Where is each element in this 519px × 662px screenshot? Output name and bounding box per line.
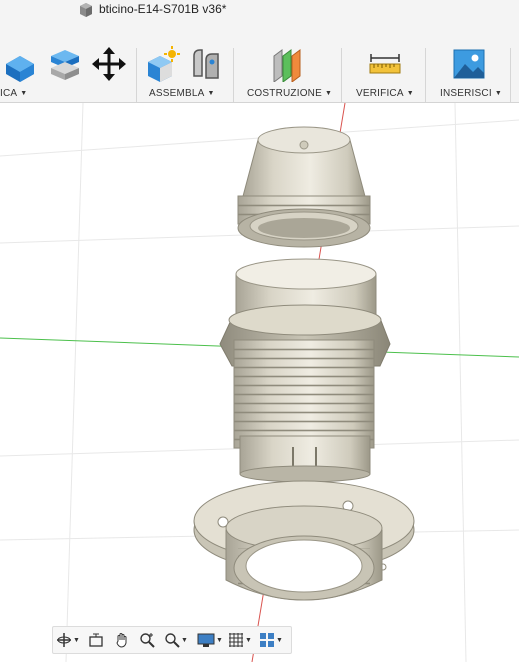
joint-button[interactable] — [188, 46, 224, 82]
zoom-window-button[interactable]: ▼ — [164, 630, 188, 650]
dropdown-caret-icon: ▼ — [181, 636, 188, 644]
canvas-viewport[interactable] — [0, 103, 519, 662]
joint-icon — [193, 49, 219, 79]
pan-icon — [116, 633, 127, 648]
new-component-button[interactable] — [144, 46, 180, 82]
zoom-icon — [140, 633, 155, 648]
ribbon-toolbar: ICA ▼ ASSEMBLA ▼ COSTRUZIONE ▼ VERIFICA … — [0, 22, 519, 103]
document-title: bticino-E14-S701B v36* — [99, 2, 227, 16]
measure-icon — [369, 54, 401, 74]
group-separator — [233, 48, 234, 102]
3d-scene[interactable] — [0, 103, 519, 662]
offset-face-button[interactable] — [47, 46, 83, 82]
dropdown-caret-icon: ▼ — [73, 636, 80, 644]
group-label-inspect[interactable]: VERIFICA ▼ — [356, 88, 414, 99]
group-separator — [510, 48, 511, 102]
caret-down-icon: ▼ — [324, 90, 333, 97]
top-cap[interactable] — [237, 126, 371, 248]
group-separator — [425, 48, 426, 102]
group-label-insert[interactable]: INSERISCI ▼ — [440, 88, 502, 99]
viewports-button[interactable]: ▼ — [259, 630, 283, 650]
navigation-bar: ▼ ▼ ▼ ▼ ▼ — [52, 626, 292, 654]
offset-plane-icon — [273, 49, 301, 82]
extrude-icon — [6, 56, 34, 82]
dropdown-caret-icon: ▼ — [216, 636, 223, 644]
threaded-body[interactable] — [219, 258, 391, 483]
group-label-construct[interactable]: COSTRUZIONE ▼ — [247, 88, 332, 99]
look-at-icon — [89, 633, 103, 647]
new-component-icon — [148, 46, 180, 82]
caret-down-icon: ▼ — [207, 90, 215, 97]
insert-image-icon — [453, 49, 485, 79]
zoom-window-icon — [165, 633, 180, 648]
caret-down-icon: ▼ — [494, 90, 502, 97]
group-separator — [136, 48, 137, 102]
offset-plane-button[interactable] — [270, 46, 306, 82]
insert-image-button[interactable] — [451, 46, 487, 82]
grid-settings-icon — [229, 633, 243, 647]
measure-button[interactable] — [367, 46, 403, 82]
pan-button[interactable] — [114, 630, 130, 650]
document-icon — [80, 3, 92, 17]
grid-settings-button[interactable]: ▼ — [228, 630, 252, 650]
zoom-button[interactable] — [139, 630, 155, 650]
look-at-button[interactable] — [88, 630, 104, 650]
title-bar: bticino-E14-S701B v36* — [0, 0, 519, 22]
display-settings-icon — [197, 633, 215, 647]
move-icon — [92, 47, 126, 81]
caret-down-icon: ▼ — [20, 90, 28, 97]
flange-ring-nut[interactable] — [193, 480, 415, 601]
extrude-button[interactable] — [2, 46, 38, 82]
move-button[interactable] — [91, 46, 127, 82]
orbit-button[interactable]: ▼ — [56, 630, 80, 650]
dropdown-caret-icon: ▼ — [245, 636, 252, 644]
group-separator — [341, 48, 342, 102]
group-label-modify[interactable]: ICA ▼ — [0, 88, 27, 99]
group-label-assemble[interactable]: ASSEMBLA ▼ — [149, 88, 215, 99]
offset-face-icon — [51, 50, 79, 80]
dropdown-caret-icon: ▼ — [276, 636, 283, 644]
display-settings-button[interactable]: ▼ — [197, 630, 223, 650]
caret-down-icon: ▼ — [406, 90, 414, 97]
orbit-icon — [57, 633, 71, 647]
viewports-icon — [260, 633, 274, 647]
